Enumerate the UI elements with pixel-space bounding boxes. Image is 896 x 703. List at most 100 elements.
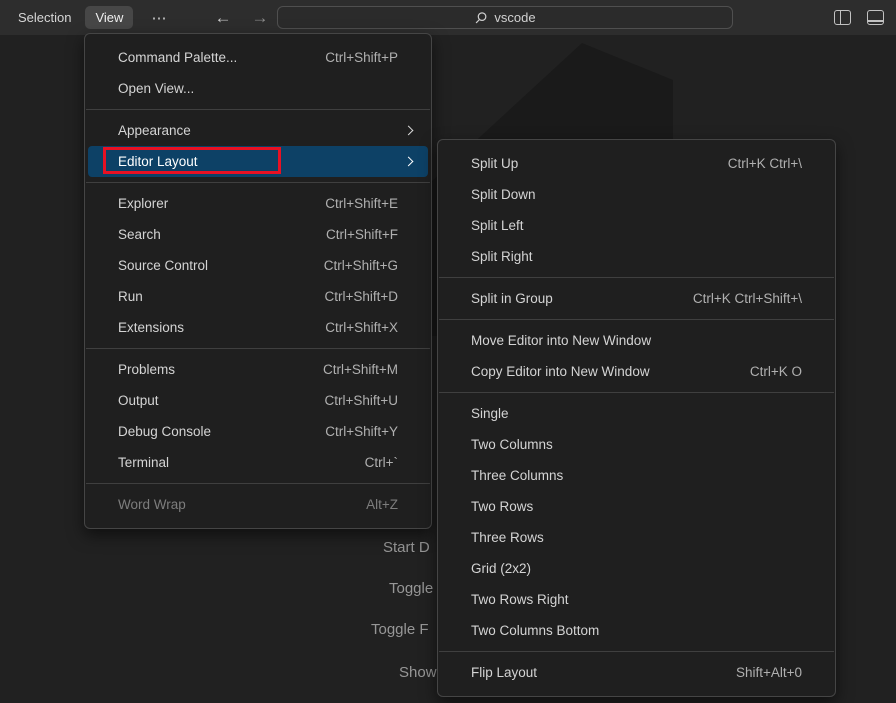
menu-item-label: Single <box>471 406 509 421</box>
menubar-more-button[interactable]: ⋯ <box>141 5 178 31</box>
toggle-sidebar-icon[interactable] <box>834 10 851 25</box>
menu-separator <box>86 109 430 110</box>
menu-item-shortcut: Shift+Alt+0 <box>736 665 802 680</box>
menu-separator <box>439 319 834 320</box>
menu-item-split-up[interactable]: Split Up Ctrl+K Ctrl+\ <box>441 148 832 179</box>
menu-item-label: Open View... <box>118 81 194 96</box>
menu-item-label: Editor Layout <box>118 154 198 169</box>
menu-item-label: Appearance <box>118 123 191 138</box>
back-arrow-icon[interactable]: ← <box>214 9 231 26</box>
menu-item-split-in-group[interactable]: Split in Group Ctrl+K Ctrl+Shift+\ <box>441 283 832 314</box>
menu-item-split-left[interactable]: Split Left <box>441 210 832 241</box>
menu-item-problems[interactable]: Problems Ctrl+Shift+M <box>88 354 428 385</box>
menu-item-three-rows[interactable]: Three Rows <box>441 522 832 553</box>
menu-item-shortcut: Ctrl+Shift+P <box>325 50 398 65</box>
menu-item-shortcut: Ctrl+Shift+U <box>324 393 398 408</box>
menu-item-explorer[interactable]: Explorer Ctrl+Shift+E <box>88 188 428 219</box>
menu-separator <box>86 483 430 484</box>
menubar-item-selection[interactable]: Selection <box>8 6 81 29</box>
menu-item-move-editor-into-new-window[interactable]: Move Editor into New Window <box>441 325 832 356</box>
title-bar: Selection View ⋯ ← → vscode <box>0 0 896 35</box>
menu-item-two-columns-bottom[interactable]: Two Columns Bottom <box>441 615 832 646</box>
menu-item-flip-layout[interactable]: Flip Layout Shift+Alt+0 <box>441 657 832 688</box>
menu-item-label: Split Right <box>471 249 533 264</box>
menubar-item-view[interactable]: View <box>85 6 133 29</box>
menu-item-split-right[interactable]: Split Right <box>441 241 832 272</box>
menu-item-extensions[interactable]: Extensions Ctrl+Shift+X <box>88 312 428 343</box>
menu-item-copy-editor-into-new-window[interactable]: Copy Editor into New Window Ctrl+K O <box>441 356 832 387</box>
menu-item-debug-console[interactable]: Debug Console Ctrl+Shift+Y <box>88 416 428 447</box>
menu-item-shortcut: Ctrl+Shift+D <box>324 289 398 304</box>
menu-item-appearance[interactable]: Appearance <box>88 115 428 146</box>
menu-item-split-down[interactable]: Split Down <box>441 179 832 210</box>
menu-item-source-control[interactable]: Source Control Ctrl+Shift+G <box>88 250 428 281</box>
command-center[interactable]: vscode <box>277 6 733 29</box>
toggle-panel-icon[interactable] <box>867 10 884 25</box>
menu-separator <box>439 651 834 652</box>
menu-item-label: Three Rows <box>471 530 544 545</box>
menu-item-label: Two Columns Bottom <box>471 623 599 638</box>
menu-item-search[interactable]: Search Ctrl+Shift+F <box>88 219 428 250</box>
menu-item-grid-2x2[interactable]: Grid (2x2) <box>441 553 832 584</box>
menu-item-two-columns[interactable]: Two Columns <box>441 429 832 460</box>
background-hint-text: Toggle <box>389 580 433 597</box>
menu-item-three-columns[interactable]: Three Columns <box>441 460 832 491</box>
chevron-right-icon <box>404 156 414 166</box>
menu-item-shortcut: Ctrl+` <box>365 455 398 470</box>
menu-item-shortcut: Ctrl+K Ctrl+Shift+\ <box>693 291 802 306</box>
menu-item-single[interactable]: Single <box>441 398 832 429</box>
menu-item-label: Extensions <box>118 320 184 335</box>
menu-item-run[interactable]: Run Ctrl+Shift+D <box>88 281 428 312</box>
menu-item-label: Word Wrap <box>118 497 186 512</box>
menu-item-command-palette[interactable]: Command Palette... Ctrl+Shift+P <box>88 42 428 73</box>
menu-item-shortcut: Ctrl+Shift+X <box>325 320 398 335</box>
menu-item-label: Explorer <box>118 196 168 211</box>
menu-item-label: Move Editor into New Window <box>471 333 651 348</box>
menu-item-shortcut: Ctrl+Shift+Y <box>325 424 398 439</box>
menu-item-shortcut: Ctrl+K O <box>750 364 802 379</box>
menu-separator <box>86 182 430 183</box>
menu-item-label: Command Palette... <box>118 50 237 65</box>
menu-separator <box>439 277 834 278</box>
menu-item-label: Copy Editor into New Window <box>471 364 650 379</box>
menu-item-label: Flip Layout <box>471 665 537 680</box>
menu-item-output[interactable]: Output Ctrl+Shift+U <box>88 385 428 416</box>
menu-item-shortcut: Ctrl+K Ctrl+\ <box>728 156 802 171</box>
menu-item-label: Split Left <box>471 218 524 233</box>
menu-item-label: Problems <box>118 362 175 377</box>
editor-layout-submenu: Split Up Ctrl+K Ctrl+\ Split Down Split Lef… <box>437 139 836 697</box>
menu-item-editor-layout[interactable]: Editor Layout <box>88 146 428 177</box>
menu-item-shortcut: Ctrl+Shift+F <box>326 227 398 242</box>
menu-item-label: Run <box>118 289 143 304</box>
menu-item-terminal[interactable]: Terminal Ctrl+` <box>88 447 428 478</box>
menu-item-label: Split Down <box>471 187 536 202</box>
menu-separator <box>439 392 834 393</box>
menu-separator <box>86 348 430 349</box>
menu-item-label: Output <box>118 393 159 408</box>
menu-item-two-rows-right[interactable]: Two Rows Right <box>441 584 832 615</box>
menu-item-shortcut: Ctrl+Shift+M <box>323 362 398 377</box>
background-hint-text: Show <box>399 664 437 681</box>
menu-item-label: Split in Group <box>471 291 553 306</box>
menu-item-label: Terminal <box>118 455 169 470</box>
menu-item-label: Two Columns <box>471 437 553 452</box>
menu-item-label: Source Control <box>118 258 208 273</box>
chevron-right-icon <box>404 125 414 135</box>
background-hint-text: Start D <box>383 539 430 556</box>
menu-item-open-view[interactable]: Open View... <box>88 73 428 104</box>
forward-arrow-icon[interactable]: → <box>251 9 268 26</box>
menu-item-label: Split Up <box>471 156 518 171</box>
menu-item-word-wrap[interactable]: Word Wrap Alt+Z <box>88 489 428 520</box>
menu-item-label: Search <box>118 227 161 242</box>
menu-item-label: Two Rows <box>471 499 533 514</box>
command-center-value: vscode <box>494 10 535 25</box>
menu-item-shortcut: Ctrl+Shift+E <box>325 196 398 211</box>
search-icon <box>474 11 488 25</box>
menu-item-two-rows[interactable]: Two Rows <box>441 491 832 522</box>
menu-item-shortcut: Alt+Z <box>366 497 398 512</box>
background-hint-text: Toggle F <box>371 621 429 638</box>
menu-item-label: Three Columns <box>471 468 563 483</box>
menu-item-label: Debug Console <box>118 424 211 439</box>
menu-item-shortcut: Ctrl+Shift+G <box>324 258 398 273</box>
layout-controls <box>834 0 884 35</box>
